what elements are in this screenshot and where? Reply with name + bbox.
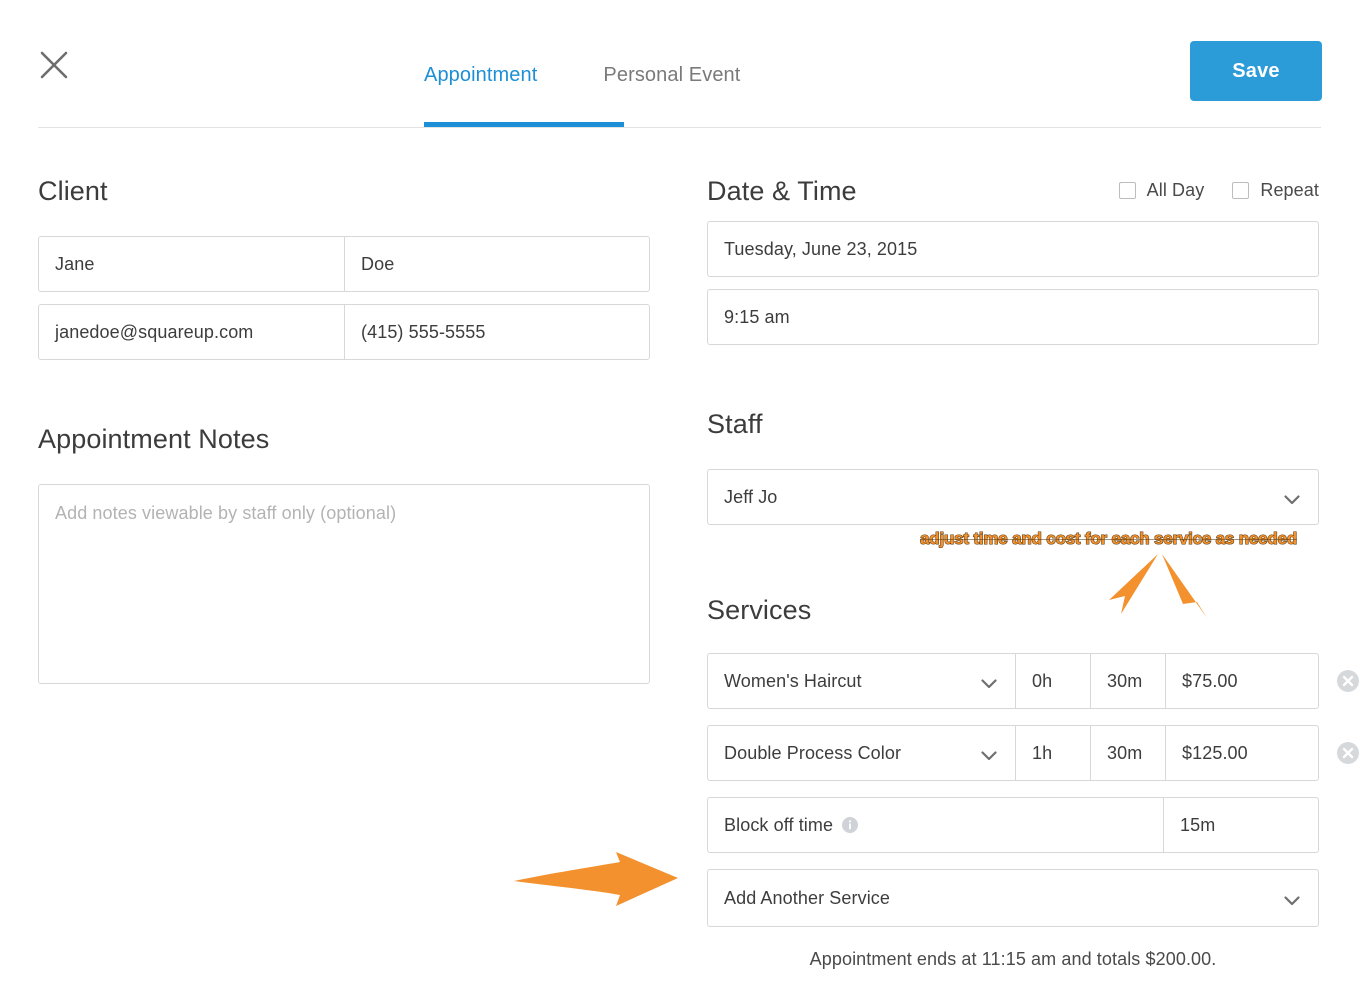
phone-value: (415) 555-5555 xyxy=(361,321,486,342)
table-row: Women's Haircut 0h 30m $75.00 xyxy=(707,653,1359,709)
first-name-field[interactable]: Jane xyxy=(39,236,344,292)
client-section-title: Client xyxy=(38,176,108,206)
services-section-title: Services xyxy=(707,595,812,625)
last-name-field[interactable]: Doe xyxy=(344,236,649,292)
date-time-options: All Day Repeat xyxy=(1118,180,1319,203)
time-field[interactable]: 9:15 am xyxy=(707,289,1319,345)
staff-select[interactable]: Jeff Jo xyxy=(707,469,1319,525)
table-row: Double Process Color 1h 30m $125.00 xyxy=(707,725,1359,781)
service-price-value: $125.00 xyxy=(1182,742,1248,763)
appointment-notes-title: Appointment Notes xyxy=(38,424,270,454)
date-time-section-title: Date & Time xyxy=(707,176,857,206)
date-field[interactable]: Tuesday, June 23, 2015 xyxy=(707,221,1319,277)
dialog-header: Appointment Personal Event Save xyxy=(0,0,1360,128)
tab-personal-event[interactable]: Personal Event xyxy=(603,64,740,91)
add-another-service-label: Add Another Service xyxy=(724,887,891,908)
client-name-row: Jane Doe xyxy=(38,236,650,292)
dialog-tabs: Appointment Personal Event xyxy=(424,64,740,91)
chevron-down-icon xyxy=(1284,492,1300,505)
remove-service-icon[interactable] xyxy=(1336,669,1360,693)
chevron-down-icon xyxy=(981,676,997,689)
staff-selected-value: Jeff Jo xyxy=(724,486,778,507)
close-icon[interactable] xyxy=(36,47,72,83)
repeat-label: Repeat xyxy=(1260,180,1319,200)
service-minutes-value: 30m xyxy=(1107,670,1143,691)
last-name-value: Doe xyxy=(361,253,395,274)
appointment-notes-textarea[interactable]: Add notes viewable by staff only (option… xyxy=(38,484,650,684)
staff-section-title: Staff xyxy=(707,409,763,439)
repeat-checkbox-item[interactable]: Repeat xyxy=(1232,180,1319,201)
service-minutes-field[interactable]: 30m xyxy=(1090,654,1165,708)
right-column: Date & Time All Day Repeat Tuesday, June… xyxy=(707,176,1359,970)
date-value: Tuesday, June 23, 2015 xyxy=(724,238,918,259)
first-name-value: Jane xyxy=(55,253,95,274)
tab-appointment[interactable]: Appointment xyxy=(424,64,537,91)
block-off-time-duration-field[interactable]: 15m xyxy=(1163,798,1318,852)
phone-field[interactable]: (415) 555-5555 xyxy=(344,304,649,360)
client-contact-row: janedoe@squareup.com (415) 555-5555 xyxy=(38,304,650,360)
remove-service-icon[interactable] xyxy=(1336,741,1360,765)
service-minutes-value: 30m xyxy=(1107,742,1143,763)
block-off-time-label: Block off time xyxy=(724,814,834,835)
service-name-select[interactable]: Double Process Color xyxy=(708,726,1015,780)
appointment-summary-text: Appointment ends at 11:15 am and totals … xyxy=(809,949,1217,969)
service-hours-field[interactable]: 0h xyxy=(1015,654,1090,708)
service-hours-value: 0h xyxy=(1032,670,1053,691)
service-hours-field[interactable]: 1h xyxy=(1015,726,1090,780)
header-divider xyxy=(38,127,1321,128)
info-icon[interactable] xyxy=(842,817,859,833)
all-day-checkbox[interactable] xyxy=(1118,182,1136,199)
date-time-header: Date & Time All Day Repeat xyxy=(707,176,1319,207)
save-button[interactable]: Save xyxy=(1190,41,1322,101)
service-price-value: $75.00 xyxy=(1182,670,1238,691)
service-price-field[interactable]: $75.00 xyxy=(1165,654,1318,708)
chevron-down-icon xyxy=(1284,893,1300,906)
repeat-checkbox[interactable] xyxy=(1232,182,1250,199)
time-value: 9:15 am xyxy=(724,306,790,327)
services-list: Women's Haircut 0h 30m $75.00 Double Pro… xyxy=(707,653,1359,853)
annotation-right-arrow xyxy=(512,850,682,908)
block-off-time-label-cell: Block off time xyxy=(708,798,1163,852)
appointment-notes-placeholder: Add notes viewable by staff only (option… xyxy=(55,503,397,523)
email-field[interactable]: janedoe@squareup.com xyxy=(39,304,344,360)
chevron-down-icon xyxy=(981,748,997,761)
annotation-callout-text: adjust time and cost for each service as… xyxy=(919,528,1298,548)
left-column: Client Jane Doe janedoe@squareup.com (41… xyxy=(38,176,650,684)
service-minutes-field[interactable]: 30m xyxy=(1090,726,1165,780)
service-price-field[interactable]: $125.00 xyxy=(1165,726,1318,780)
all-day-label: All Day xyxy=(1146,180,1205,200)
block-off-time-row: Block off time 15m xyxy=(707,797,1319,853)
all-day-checkbox-item[interactable]: All Day xyxy=(1118,180,1205,201)
service-name-select[interactable]: Women's Haircut xyxy=(708,654,1015,708)
service-name-value: Women's Haircut xyxy=(724,670,862,691)
add-another-service-select[interactable]: Add Another Service xyxy=(707,869,1319,927)
service-name-value: Double Process Color xyxy=(724,742,902,763)
block-off-time-duration-value: 15m xyxy=(1180,814,1216,835)
email-value: janedoe@squareup.com xyxy=(55,321,254,342)
service-hours-value: 1h xyxy=(1032,742,1053,763)
